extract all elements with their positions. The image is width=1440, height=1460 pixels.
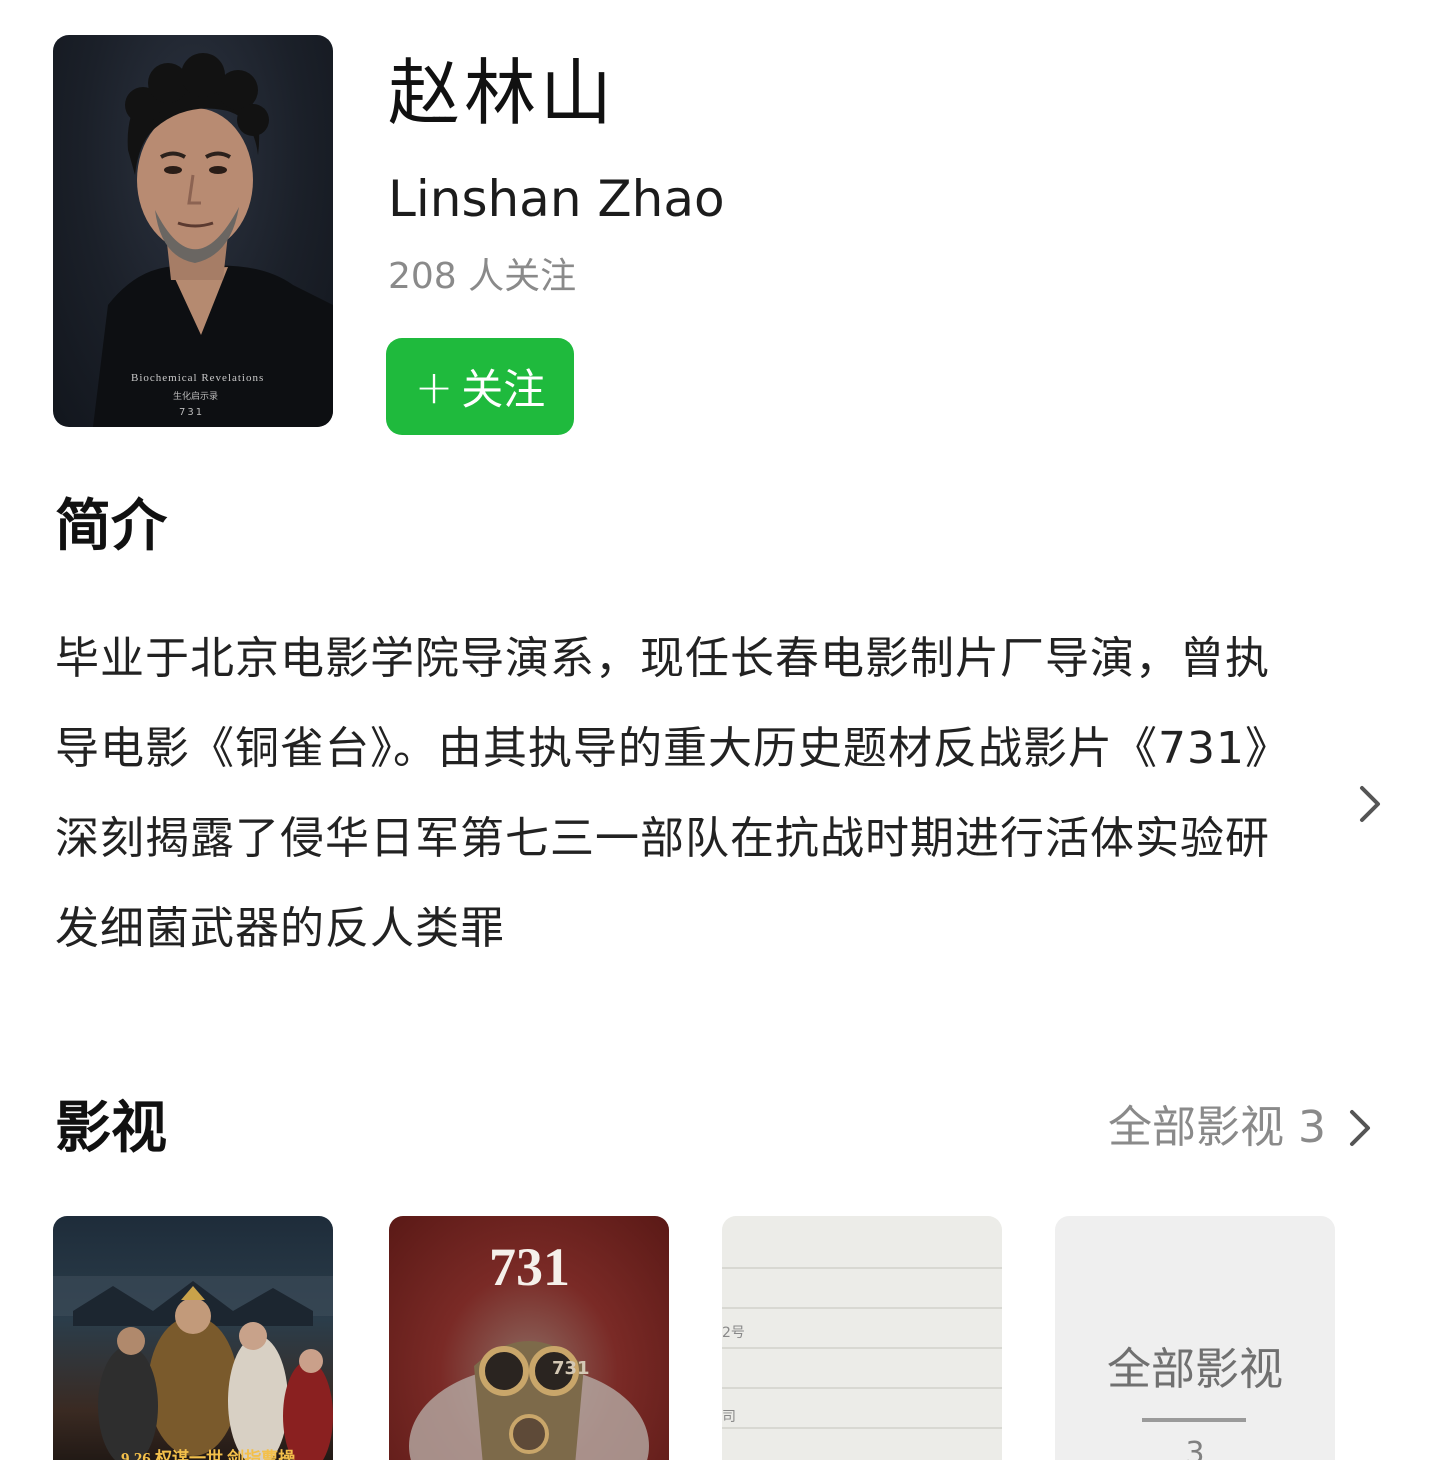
films-title: 影视 [55, 1096, 167, 1161]
poster-caption: 司 [722, 1409, 736, 1425]
film-poster-2[interactable]: 731 731 [389, 1216, 669, 1460]
plus-icon: + [414, 359, 454, 414]
intro-title: 简介 [55, 494, 167, 559]
person-name-en: Linshan Zhao [388, 170, 725, 228]
all-films-link[interactable]: 全部影视 3 [1108, 1098, 1380, 1158]
all-films-card-label: 全部影视 [1107, 1344, 1283, 1395]
follow-button-label: 关注 [461, 365, 546, 414]
film-poster-1[interactable]: 9.26 权谋一世 剑指曹操 [53, 1216, 333, 1460]
avatar-shirt-sub: 生化启示录 [173, 392, 219, 402]
avatar-photo [93, 53, 333, 427]
all-films-card-count: 3 [1185, 1436, 1205, 1460]
poster-image [53, 1276, 333, 1460]
poster-caption: 9.26 权谋一世 剑指曹操 [121, 1449, 296, 1460]
poster-title: 731 [489, 1237, 570, 1297]
avatar[interactable]: Biochemical Revelations 生化启示录 731 [53, 35, 333, 427]
all-films-label: 全部影视 [1108, 1102, 1284, 1153]
avatar-shirt-text: Biochemical Revelations [131, 372, 265, 384]
poster-image [722, 1267, 1002, 1429]
intro-text[interactable]: 毕业于北京电影学院导演系，现任长春电影制片厂导演，曾执导电影《铜雀台》。由其执导… [55, 614, 1280, 974]
divider [1142, 1418, 1246, 1422]
person-name: 赵林山 [388, 51, 617, 135]
chevron-right-icon[interactable] [1350, 780, 1390, 828]
film-poster-3[interactable]: 2号 司 [722, 1216, 1002, 1460]
poster-caption: 2号 [722, 1325, 745, 1341]
poster-mask-label: 731 [552, 1358, 590, 1379]
person-page: Biochemical Revelations 生化启示录 731 赵林山 Li… [0, 0, 1440, 1460]
all-films-count: 3 [1298, 1102, 1326, 1153]
follower-count: 208 人关注 [388, 256, 577, 297]
all-films-card[interactable]: 全部影视 3 [1055, 1216, 1335, 1460]
chevron-right-icon [1350, 1110, 1370, 1146]
follow-button[interactable]: + 关注 [386, 338, 574, 435]
avatar-shirt-num: 731 [179, 407, 205, 418]
